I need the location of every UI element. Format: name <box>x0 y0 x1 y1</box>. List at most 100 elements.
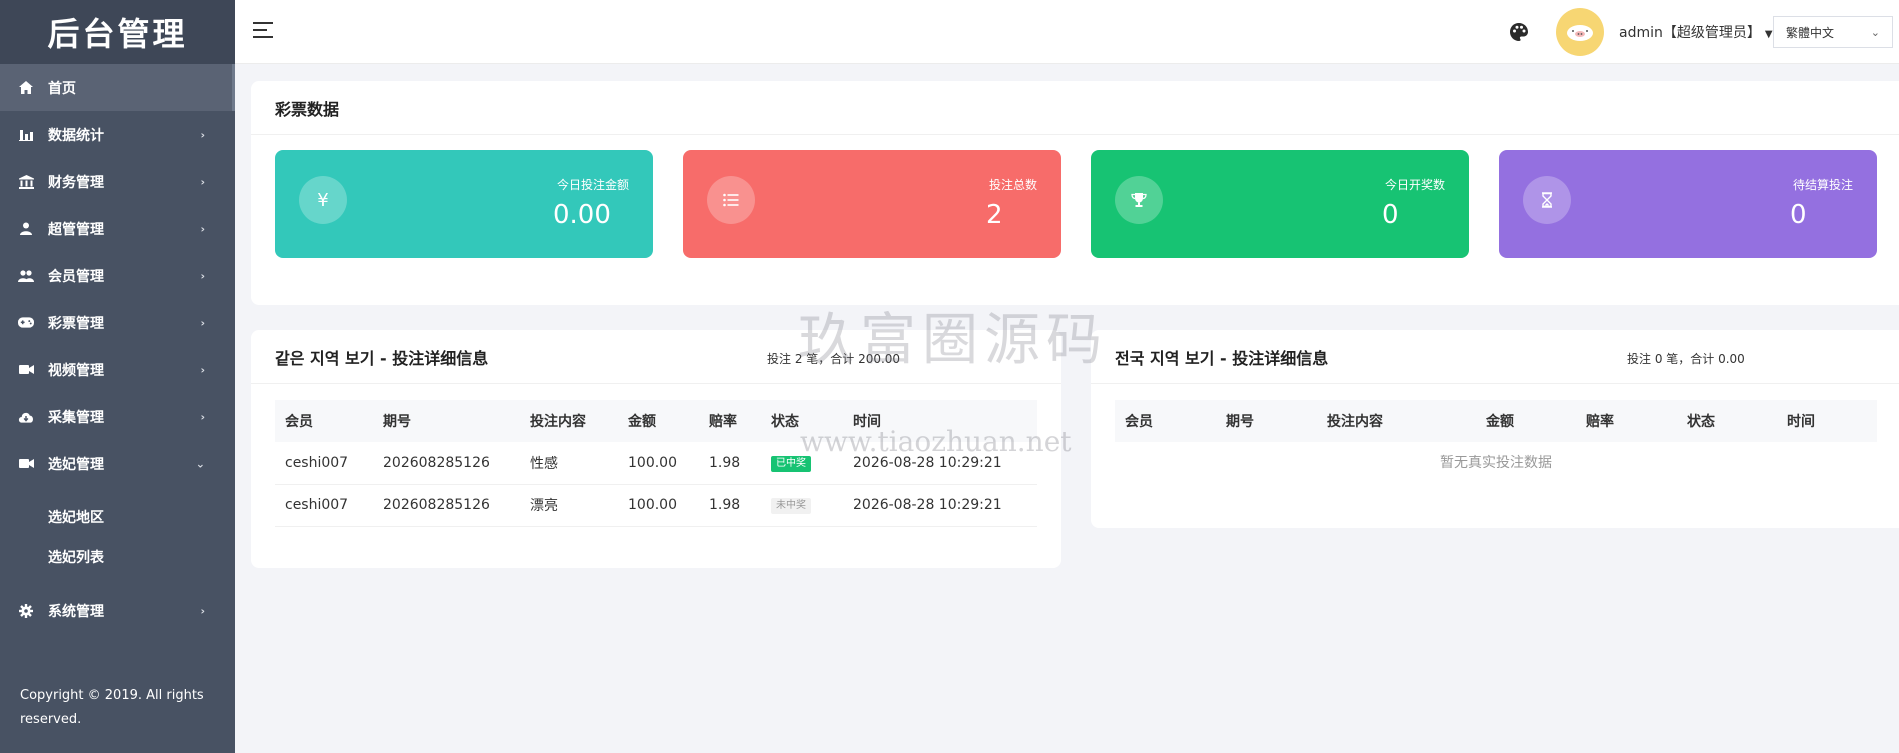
list-icon <box>707 176 755 224</box>
cell-member: ceshi007 <box>275 442 373 485</box>
sidebar-item-lottery[interactable]: 彩票管理 › <box>0 299 235 346</box>
stat-value: 2 <box>986 200 1003 230</box>
stat-value: 0.00 <box>553 200 611 230</box>
cell-member: ceshi007 <box>275 484 373 527</box>
chevron-right-icon: › <box>200 604 205 617</box>
column-header: 期号 <box>1226 414 1254 430</box>
sidebar-item-label: 系统管理 <box>48 603 104 620</box>
column-header: 时间 <box>1787 414 1815 430</box>
user-name: admin【超级管理员】 <box>1619 25 1761 41</box>
cell-content: 性感 <box>520 442 618 485</box>
sidebar-subitem-concubine-list[interactable]: 选妃列表 <box>0 537 235 577</box>
sidebar-item-label: 彩票管理 <box>48 315 104 332</box>
table-header-row: 会员 期号 投注内容 金额 赔率 状态 时间 <box>275 400 1037 442</box>
palette-icon[interactable] <box>1509 22 1529 42</box>
cell-odds: 1.98 <box>699 484 761 527</box>
bank-icon <box>18 174 34 190</box>
users-icon <box>18 268 34 284</box>
chevron-down-icon: ⌄ <box>195 457 205 470</box>
cell-amount: 100.00 <box>618 442 699 485</box>
sidebar-subitem-label: 选妃地区 <box>48 510 104 526</box>
cell-status: 未中奖 <box>761 484 843 527</box>
cell-amount: 100.00 <box>618 484 699 527</box>
chevron-right-icon: › <box>200 128 205 141</box>
column-header: 会员 <box>1125 414 1153 430</box>
column-header: 赔率 <box>1586 414 1614 430</box>
table-row: ceshi007 202608285126 性感 100.00 1.98 已中奖… <box>275 442 1037 485</box>
sidebar-item-label: 选妃管理 <box>48 456 104 473</box>
stat-card-today-draws: 今日开奖数 0 <box>1091 150 1469 258</box>
submenu-spacer <box>0 487 235 497</box>
chevron-right-icon: › <box>200 316 205 329</box>
stat-value: 0 <box>1790 200 1807 230</box>
sidebar-item-label: 采集管理 <box>48 409 104 426</box>
submenu-spacer <box>0 577 235 587</box>
sidebar-item-collection[interactable]: 采集管理 › <box>0 393 235 440</box>
sidebar-item-home[interactable]: 首页 <box>0 64 235 111</box>
sidebar-menu: 首页 数据统计 › 财务管理 › 超管管理 › 会员管理 › 彩票管理 › 视频… <box>0 64 235 634</box>
avatar[interactable] <box>1556 8 1604 56</box>
copyright: Copyright © 2019. All rights reserved. <box>20 688 204 727</box>
cell-period: 202608285126 <box>373 442 520 485</box>
status-badge: 未中奖 <box>771 498 811 514</box>
sidebar-subitem-concubine-region[interactable]: 选妃地区 <box>0 497 235 537</box>
local-bets-table: 会员 期号 投注内容 金额 赔率 状态 时间 ceshi007 20260828… <box>275 400 1037 527</box>
column-header: 状态 <box>771 414 799 430</box>
stat-card-total-bets: 投注总数 2 <box>683 150 1061 258</box>
empty-state: 暂无真实投注数据 <box>1440 455 1552 471</box>
column-header: 赔率 <box>709 414 737 430</box>
panel-title: 같은 지역 보기 - 投注详细信息 <box>275 348 489 368</box>
sidebar-item-finance[interactable]: 财务管理 › <box>0 158 235 205</box>
yen-icon: ¥ <box>299 176 347 224</box>
sidebar-item-super-admin[interactable]: 超管管理 › <box>0 205 235 252</box>
cell-time: 2026-08-28 10:29:21 <box>843 484 1037 527</box>
national-bets-panel: 전국 지역 보기 - 投注详细信息 投注 0 笔，合计 0.00 会员 期号 投… <box>1091 330 1899 528</box>
panel-title: 전국 지역 보기 - 投注详细信息 <box>1115 348 1329 368</box>
video-camera-icon <box>18 362 34 378</box>
stat-label: 今日投注金额 <box>556 178 629 192</box>
local-bets-panel: 같은 지역 보기 - 投注详细信息 投注 2 笔，合计 200.00 会员 期号… <box>251 330 1061 568</box>
sidebar-item-label: 首页 <box>48 80 76 97</box>
sidebar: 后台管理 首页 数据统计 › 财务管理 › 超管管理 › 会员管理 › 彩票管理… <box>0 0 235 753</box>
language-value: 繁體中文 <box>1786 25 1835 40</box>
column-header: 金额 <box>628 414 656 430</box>
cell-period: 202608285126 <box>373 484 520 527</box>
sidebar-item-system[interactable]: 系统管理 › <box>0 587 235 634</box>
home-icon <box>18 80 34 96</box>
sidebar-item-members[interactable]: 会员管理 › <box>0 252 235 299</box>
stat-value: 0 <box>1382 200 1399 230</box>
column-header: 会员 <box>285 414 313 430</box>
user-menu[interactable]: admin【超级管理员】 ▼ <box>1619 22 1773 42</box>
column-header: 投注内容 <box>530 414 586 430</box>
chevron-right-icon: › <box>200 222 205 235</box>
column-header: 期号 <box>383 414 411 430</box>
sidebar-subitem-label: 选妃列表 <box>48 550 104 566</box>
sidebar-item-label: 视频管理 <box>48 362 104 379</box>
panel-header: 같은 지역 보기 - 投注详细信息 投注 2 笔，合计 200.00 <box>251 330 1061 384</box>
sidebar-item-label: 超管管理 <box>48 221 104 238</box>
chevron-right-icon: › <box>200 410 205 423</box>
bet-summary: 投注 0 笔，合计 0.00 <box>1627 352 1745 366</box>
gamepad-icon <box>18 315 34 331</box>
cell-content: 漂亮 <box>520 484 618 527</box>
sidebar-item-label: 数据统计 <box>48 127 104 144</box>
sidebar-item-video[interactable]: 视频管理 › <box>0 346 235 393</box>
language-select[interactable]: 繁體中文 ⌄ <box>1773 16 1893 48</box>
column-header: 金额 <box>1486 414 1514 430</box>
stat-card-today-bet-amount: ¥ 今日投注金额 0.00 <box>275 150 653 258</box>
panel-header: 전국 지역 보기 - 投注详细信息 投注 0 笔，合计 0.00 <box>1091 330 1899 384</box>
table-row: ceshi007 202608285126 漂亮 100.00 1.98 未中奖… <box>275 484 1037 527</box>
chevron-right-icon: › <box>200 175 205 188</box>
top-bar: admin【超级管理员】 ▼ 繁體中文 ⌄ <box>235 0 1899 64</box>
trophy-icon <box>1115 176 1163 224</box>
sidebar-item-label: 会员管理 <box>48 268 104 285</box>
sidebar-item-statistics[interactable]: 数据统计 › <box>0 111 235 158</box>
hourglass-icon <box>1523 176 1571 224</box>
status-badge: 已中奖 <box>771 455 811 472</box>
stat-label: 投注总数 <box>988 178 1037 192</box>
column-header: 投注内容 <box>1327 414 1383 430</box>
bar-chart-icon <box>18 127 34 143</box>
menu-toggle-icon[interactable] <box>253 22 273 40</box>
sidebar-item-concubine[interactable]: 选妃管理 ⌄ <box>0 440 235 487</box>
cell-time: 2026-08-28 10:29:21 <box>843 442 1037 485</box>
